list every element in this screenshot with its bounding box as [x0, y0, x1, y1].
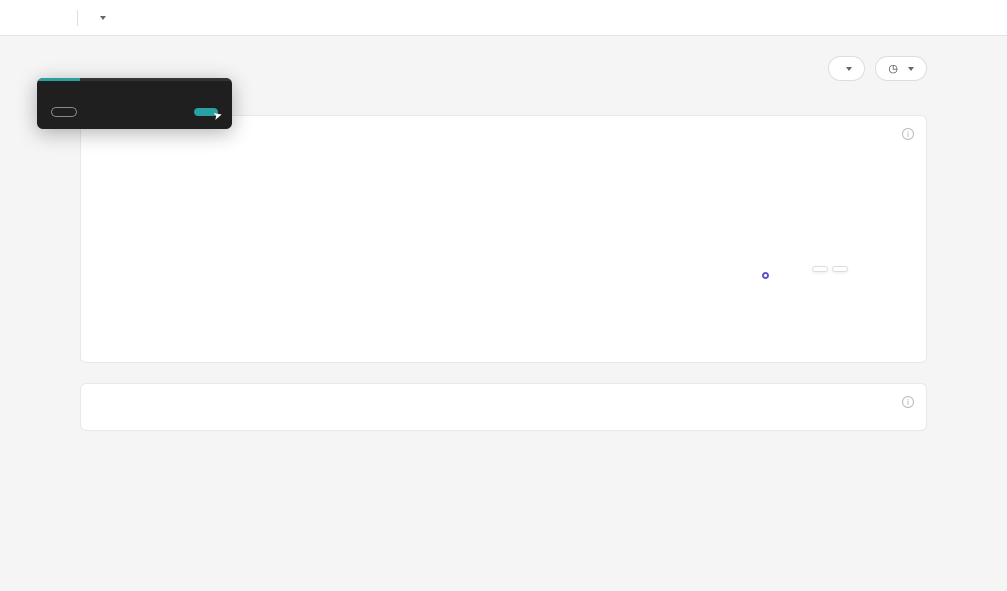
- info-icon[interactable]: i: [902, 128, 914, 140]
- topbar: [0, 0, 1007, 36]
- period-selector[interactable]: ◷: [875, 56, 927, 81]
- chart-hover-dot: [762, 272, 769, 279]
- header-controls: ◷: [828, 56, 927, 81]
- separator: [77, 10, 78, 26]
- chart-tooltip: [812, 266, 848, 272]
- tour-next-button[interactable]: ➤: [194, 108, 218, 116]
- nav-developer-center[interactable]: [96, 16, 106, 20]
- page: ◷ ➤: [0, 36, 1007, 451]
- site-selector[interactable]: [828, 56, 865, 81]
- chart-area: [101, 146, 906, 346]
- tooltip-value: [812, 266, 828, 272]
- heatmap-card: i: [80, 383, 927, 431]
- chevron-down-icon: [846, 67, 852, 71]
- chevron-down-icon: [908, 67, 914, 71]
- visitors-chart-card: i: [80, 115, 927, 363]
- y-axis-labels: [95, 146, 113, 336]
- chevron-down-icon: [100, 16, 106, 20]
- cursor-icon: ➤: [211, 108, 223, 123]
- tooltip-time: [832, 266, 848, 272]
- line-chart: [101, 146, 906, 346]
- tour-popover: ➤: [37, 78, 232, 129]
- info-icon[interactable]: i: [902, 396, 914, 408]
- tour-back-button[interactable]: [51, 107, 77, 117]
- clock-icon: ◷: [888, 62, 898, 75]
